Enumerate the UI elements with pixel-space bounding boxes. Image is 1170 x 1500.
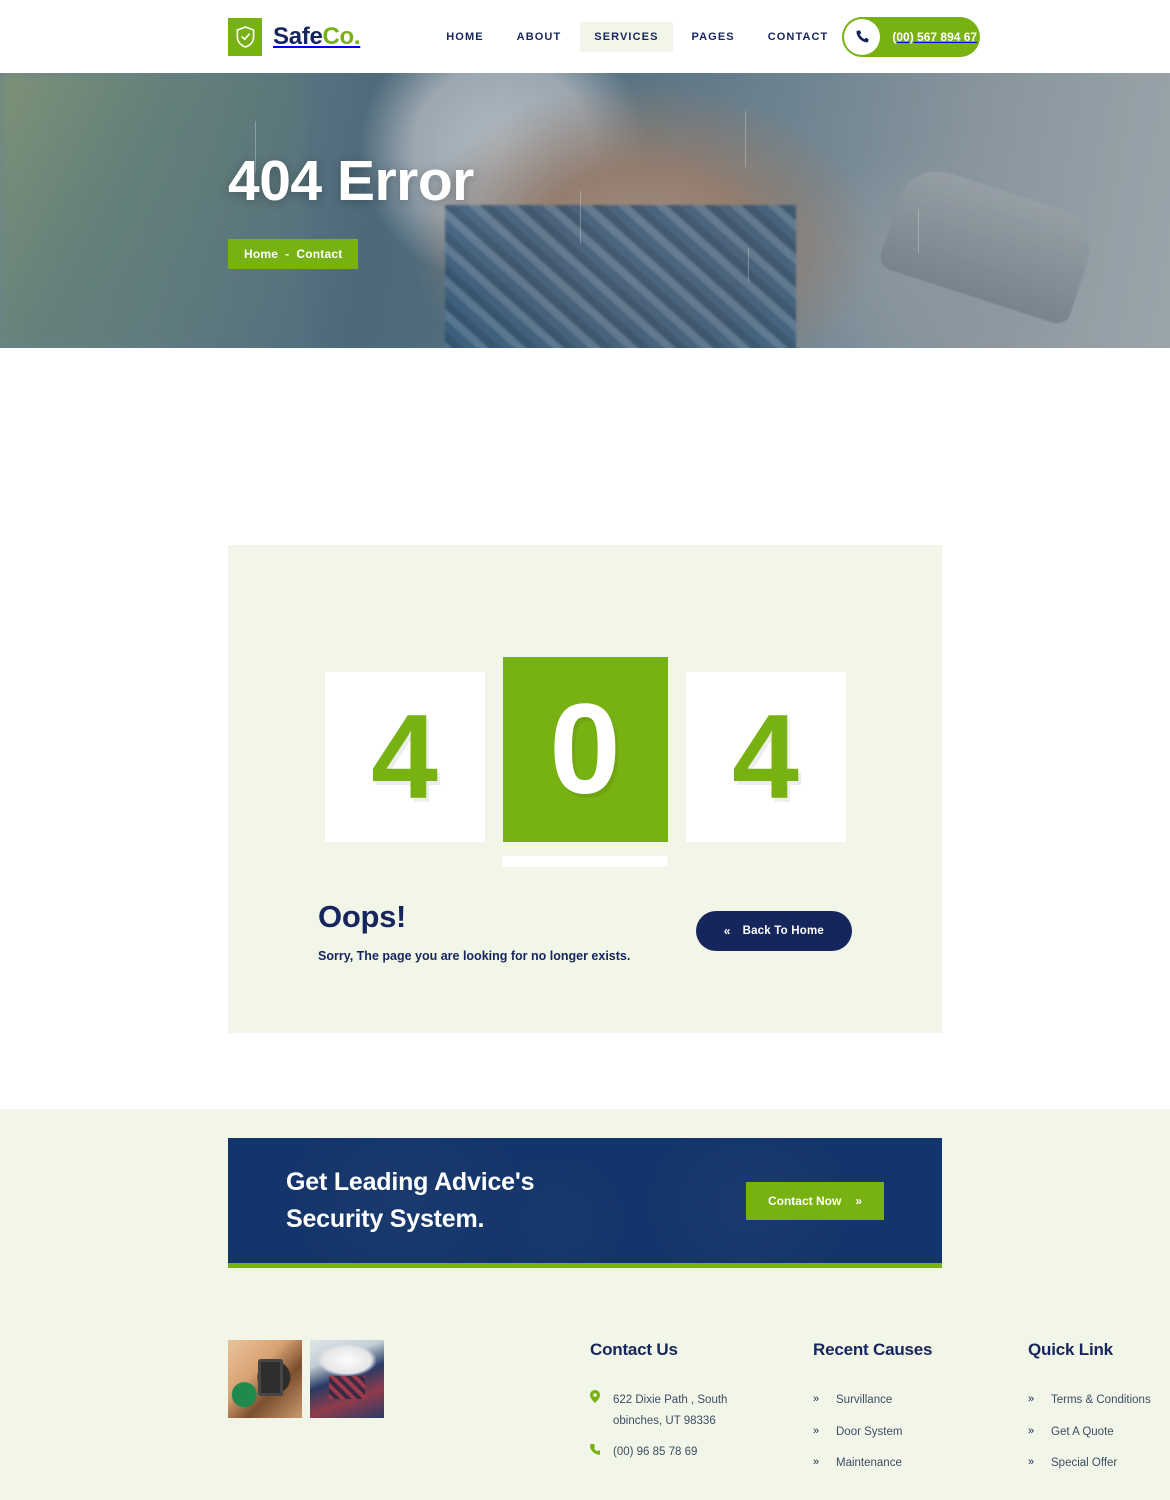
footer-quick-link-2[interactable]: Get A Quote <box>1051 1422 1114 1443</box>
footer-contact-title: Contact Us <box>590 1340 678 1359</box>
breadcrumb-current: Contact <box>296 246 343 261</box>
error-digit-3: 4 <box>732 690 799 824</box>
footer-recent-title: Recent Causes <box>813 1340 933 1359</box>
cta-headline-line2: Security System. <box>286 1204 485 1233</box>
double-chevron-right-icon: » <box>1028 1456 1035 1469</box>
site-logo[interactable]: SafeCo. <box>228 17 361 56</box>
logo-text-primary: Safe <box>273 22 323 50</box>
footer-column-recent-causes: Recent Causes » Survillance » Door Syste… <box>813 1340 965 1485</box>
footer-quick-title: Quick Link <box>1028 1340 1113 1359</box>
double-chevron-left-icon: « <box>723 924 731 938</box>
error-digit-tile-2-base <box>502 856 668 867</box>
location-pin-icon <box>590 1390 602 1431</box>
breadcrumb: Home - Contact <box>228 238 359 269</box>
double-chevron-right-icon: » <box>813 1393 820 1405</box>
logo-text-secondary: Co. <box>322 22 361 50</box>
phone-icon <box>590 1442 602 1463</box>
nav-item-about[interactable]: ABOUT <box>503 22 576 52</box>
error-digit-1: 4 <box>371 690 438 824</box>
cta-headline: Get Leading Advice's Security System. <box>286 1164 535 1237</box>
error-message-block: Oops! Sorry, The page you are looking fo… <box>318 899 630 963</box>
cta-banner: Get Leading Advice's Security System. Co… <box>228 1138 942 1263</box>
double-chevron-right-icon: » <box>813 1424 820 1437</box>
footer-recent-item[interactable]: » Maintenance <box>813 1453 965 1474</box>
error-digit-tile-1: 4 <box>324 672 485 842</box>
footer-recent-link-1[interactable]: Survillance <box>836 1390 892 1411</box>
footer-contact-address: 622 Dixie Path , South obinches, UT 9833… <box>590 1390 740 1431</box>
footer-recent-link-2[interactable]: Door System <box>836 1422 902 1443</box>
footer-quick-item[interactable]: » Special Offer <box>1028 1453 1170 1474</box>
nav-item-pages[interactable]: PAGES <box>678 22 749 52</box>
contact-now-button[interactable]: Contact Now » <box>745 1181 884 1220</box>
footer-contact-address-text: 622 Dixie Path , South obinches, UT 9833… <box>613 1394 728 1427</box>
phone-icon <box>844 18 881 55</box>
double-chevron-right-icon: » <box>855 1193 862 1208</box>
double-chevron-right-icon: » <box>1028 1393 1035 1405</box>
site-footer: Contact Us 622 Dixie Path , South obinch… <box>0 1268 1170 1486</box>
error-digit-tile-2: 0 <box>502 657 668 867</box>
breadcrumb-separator: - <box>285 246 290 261</box>
nav-item-services[interactable]: SERVICES <box>580 21 673 52</box>
logo-wordmark: SafeCo. <box>273 22 361 51</box>
header-phone-number: (00) 567 894 67 <box>892 29 978 44</box>
footer-quick-link-1[interactable]: Terms & Conditions <box>1051 1390 1151 1411</box>
footer-recent-item[interactable]: » Door System <box>813 1422 965 1443</box>
error-subtext: Sorry, The page you are looking for no l… <box>318 949 631 963</box>
nav-item-home[interactable]: HOME <box>432 22 497 52</box>
content-spacer <box>0 348 1170 545</box>
shield-check-icon <box>228 17 262 56</box>
footer-recent-link-3[interactable]: Maintenance <box>836 1453 902 1474</box>
footer-quick-link-3[interactable]: Special Offer <box>1051 1453 1117 1474</box>
contact-now-label: Contact Now <box>767 1193 842 1208</box>
nav-item-contact[interactable]: CONTACT <box>754 22 843 52</box>
error-digit-2: 0 <box>549 677 621 821</box>
footer-quick-item[interactable]: » Terms & Conditions <box>1028 1390 1170 1411</box>
main-navigation: HOME ABOUT SERVICES PAGES CONTACT <box>432 21 843 52</box>
footer-column-quick-link: Quick Link » Terms & Conditions » Get A … <box>1028 1340 1170 1485</box>
footer-recent-item[interactable]: » Survillance <box>813 1390 965 1411</box>
footer-gallery <box>228 1340 384 1485</box>
page-title: 404 Error <box>228 148 474 213</box>
footer-gallery-image-2[interactable] <box>310 1340 384 1418</box>
double-chevron-right-icon: » <box>813 1456 820 1469</box>
breadcrumb-home-link[interactable]: Home <box>244 247 278 261</box>
back-to-home-label: Back To Home <box>742 925 824 937</box>
footer-column-contact: Contact Us 622 Dixie Path , South obinch… <box>590 1340 740 1485</box>
error-404-panel: 4 0 4 Oops! Sorry, The page you are look… <box>228 545 942 1033</box>
error-digit-tile-3: 4 <box>685 672 846 842</box>
footer-gallery-image-1[interactable] <box>228 1340 302 1418</box>
cta-headline-line1: Get Leading Advice's <box>286 1168 535 1197</box>
error-heading: Oops! <box>318 899 407 934</box>
footer-quick-item[interactable]: » Get A Quote <box>1028 1422 1170 1443</box>
site-header: SafeCo. HOME ABOUT SERVICES PAGES CONTAC… <box>0 0 1170 73</box>
footer-contact-phone-text: (00) 96 85 78 69 <box>613 1446 698 1459</box>
double-chevron-right-icon: » <box>1028 1424 1035 1437</box>
footer-contact-phone: (00) 96 85 78 69 <box>590 1442 740 1463</box>
error-digit-tiles: 4 0 4 <box>318 632 852 867</box>
back-to-home-button[interactable]: « Back To Home <box>695 911 852 951</box>
page-hero-banner: 404 Error Home - Contact <box>0 73 1170 348</box>
header-phone-button[interactable]: (00) 567 894 67 <box>842 16 981 57</box>
